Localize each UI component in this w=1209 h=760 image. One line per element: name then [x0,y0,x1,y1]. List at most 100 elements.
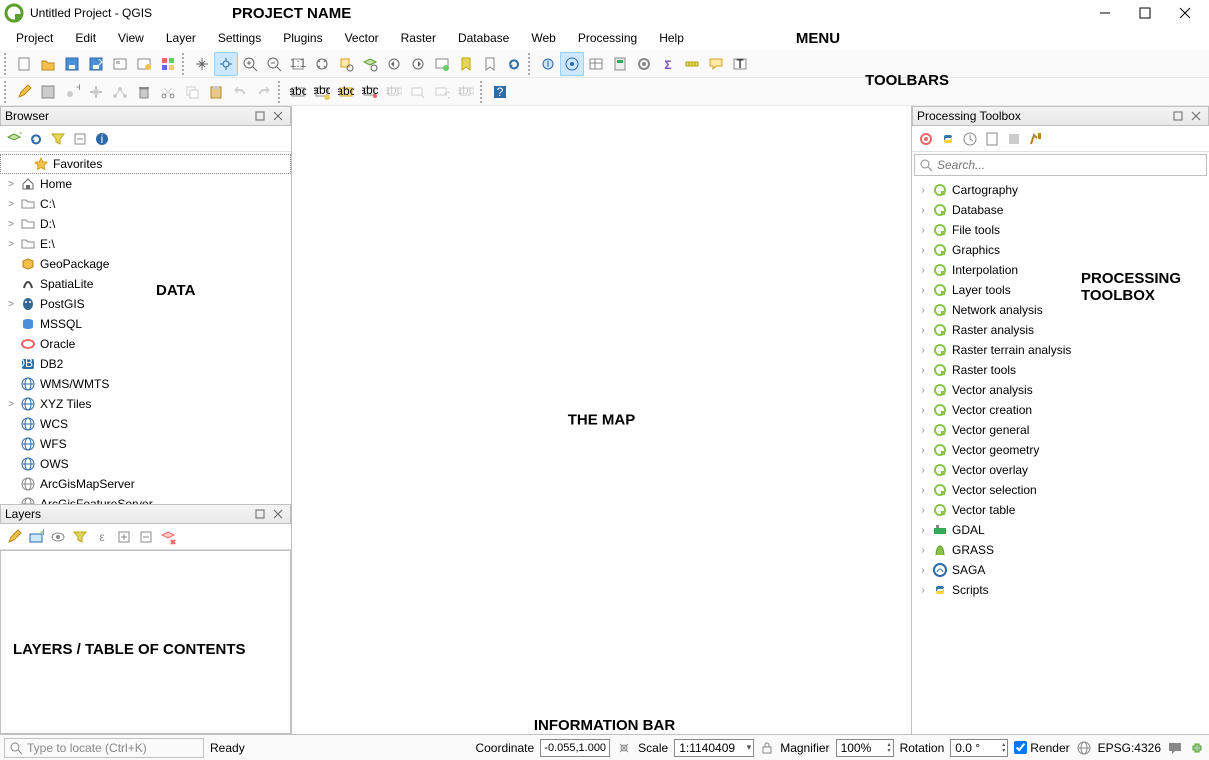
processing-item-vectorgeometry[interactable]: ›Vector geometry [912,440,1209,460]
expand-icon[interactable]: > [6,239,16,250]
pan-icon[interactable] [190,52,214,76]
browser-item-arcgismapserver[interactable]: ArcGisMapServer [0,474,291,494]
expand-all-icon[interactable] [114,527,134,547]
delete-selected-icon[interactable] [132,80,156,104]
crs-icon[interactable] [1076,740,1092,756]
remove-layer-icon[interactable] [158,527,178,547]
save-as-icon[interactable] [84,52,108,76]
processing-item-graphics[interactable]: ›Graphics [912,240,1209,260]
layers-body[interactable]: LAYERS / TABLE OF CONTENTS [0,550,291,734]
zoom-out-icon[interactable] [262,52,286,76]
browser-item-d[interactable]: >D:\ [0,214,291,234]
expression-filter-icon[interactable]: ε [92,527,112,547]
label-tool-icon[interactable]: abc [286,80,310,104]
node-tool-icon[interactable] [108,80,132,104]
field-calculator-icon[interactable] [608,52,632,76]
label-rotate-icon[interactable] [430,80,454,104]
collapse-icon[interactable] [70,129,90,149]
browser-item-home[interactable]: >Home [0,174,291,194]
expand-icon[interactable]: › [918,225,928,236]
print-layout-icon[interactable] [108,52,132,76]
expand-icon[interactable]: › [918,545,928,556]
toolbar-handle[interactable] [182,53,188,75]
processing-item-gdal[interactable]: ›GDAL [912,520,1209,540]
expand-icon[interactable]: > [6,299,16,310]
zoom-selection-icon[interactable] [334,52,358,76]
processing-search[interactable] [914,154,1207,176]
menu-help[interactable]: Help [649,29,694,47]
refresh-icon[interactable] [502,52,526,76]
label-change-icon[interactable]: abc [454,80,478,104]
locator[interactable]: Type to locate (Ctrl+K) [4,738,204,758]
pan-to-selection-icon[interactable] [214,52,238,76]
expand-icon[interactable]: › [918,585,928,596]
processing-item-rasterterrainanalysis[interactable]: ›Raster terrain analysis [912,340,1209,360]
filter-icon[interactable] [48,129,68,149]
move-feature-icon[interactable] [84,80,108,104]
browser-item-xyztiles[interactable]: >XYZ Tiles [0,394,291,414]
expand-icon[interactable]: › [918,485,928,496]
expand-icon[interactable]: › [918,565,928,576]
expand-icon[interactable]: › [918,245,928,256]
zoom-native-icon[interactable]: 1:1 [286,52,310,76]
plugins-icon[interactable] [1189,740,1205,756]
label-highlight-icon[interactable]: abc [334,80,358,104]
label-pin-icon[interactable]: abc [358,80,382,104]
label-config-icon[interactable]: abc [310,80,334,104]
menu-layer[interactable]: Layer [156,29,206,47]
close-button[interactable] [1165,1,1205,25]
label-move-icon[interactable] [406,80,430,104]
measure-icon[interactable] [680,52,704,76]
expand-icon[interactable]: > [6,399,16,410]
browser-item-wmswmts[interactable]: WMS/WMTS [0,374,291,394]
browser-item-geopackage[interactable]: GeoPackage [0,254,291,274]
attribute-table-icon[interactable] [584,52,608,76]
toolbar-handle[interactable] [278,81,284,103]
browser-item-oracle[interactable]: Oracle [0,334,291,354]
collapse-all-icon[interactable] [136,527,156,547]
zoom-full-icon[interactable] [310,52,334,76]
processing-item-rastertools[interactable]: ›Raster tools [912,360,1209,380]
expand-icon[interactable]: > [6,179,16,190]
map-canvas[interactable]: THE MAP [292,106,911,734]
save-edits-icon[interactable] [36,80,60,104]
menu-edit[interactable]: Edit [65,29,106,47]
processing-item-scripts[interactable]: ›Scripts [912,580,1209,600]
close-panel-icon[interactable] [270,108,286,124]
browser-item-wfs[interactable]: WFS [0,434,291,454]
browser-item-wcs[interactable]: WCS [0,414,291,434]
processing-item-filetools[interactable]: ›File tools [912,220,1209,240]
expand-icon[interactable]: › [918,405,928,416]
expand-icon[interactable]: › [918,345,928,356]
expand-icon[interactable]: › [918,525,928,536]
new-bookmark-icon[interactable] [454,52,478,76]
manage-visibility-icon[interactable] [48,527,68,547]
browser-item-favorites[interactable]: Favorites [0,154,291,174]
browser-item-spatialite[interactable]: SpatiaLite [0,274,291,294]
expand-icon[interactable]: › [918,305,928,316]
add-group-icon[interactable]: + [26,527,46,547]
browser-item-e[interactable]: >E:\ [0,234,291,254]
undock-icon[interactable] [252,108,268,124]
render-checkbox[interactable]: Render [1014,741,1069,755]
processing-item-grass[interactable]: ›GRASS [912,540,1209,560]
edit-pencil-icon[interactable] [12,80,36,104]
expand-icon[interactable]: › [918,465,928,476]
magnifier-spin[interactable]: 100% [836,739,894,757]
refresh-icon[interactable] [26,129,46,149]
text-annotation-icon[interactable]: T [728,52,752,76]
zoom-layer-icon[interactable] [358,52,382,76]
model-designer-icon[interactable] [916,129,936,149]
open-project-icon[interactable] [36,52,60,76]
processing-item-saga[interactable]: ›SAGA [912,560,1209,580]
map-tips-icon[interactable] [704,52,728,76]
browser-item-c[interactable]: >C:\ [0,194,291,214]
options-icon[interactable] [1026,129,1046,149]
messages-icon[interactable] [1167,740,1183,756]
minimize-button[interactable] [1085,1,1125,25]
processing-item-vectortable[interactable]: ›Vector table [912,500,1209,520]
processing-panel-header[interactable]: Processing Toolbox [912,106,1209,126]
close-panel-icon[interactable] [270,506,286,522]
toggle-extents-icon[interactable] [616,740,632,756]
browser-item-ows[interactable]: OWS [0,454,291,474]
